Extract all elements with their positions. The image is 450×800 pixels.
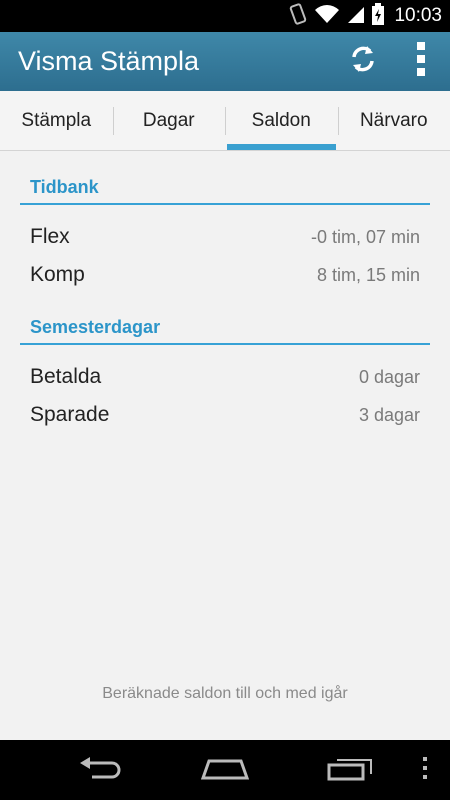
tab-bar: Stämpla Dagar Saldon Närvaro [0,91,450,151]
menu-icon [422,756,428,784]
tab-stampla[interactable]: Stämpla [0,91,113,150]
footer-note: Beräknade saldon till och med igår [102,685,348,702]
saldon-content: Tidbank Flex -0 tim, 07 min Komp 8 tim, … [0,151,450,740]
balance-label: Betalda [30,365,102,388]
refresh-icon [348,44,378,79]
balance-label: Flex [30,225,70,248]
status-bar: 10:03 [0,0,450,32]
balance-row-komp: Komp 8 tim, 15 min [30,256,420,294]
recent-apps-icon [327,755,373,786]
balance-label: Komp [30,263,85,286]
status-icons: 10:03 [288,2,442,30]
balance-row-flex: Flex -0 tim, 07 min [30,218,420,256]
balance-value: 0 dagar [358,366,420,387]
balance-value: 8 tim, 15 min [316,264,420,285]
signal-icon [346,4,366,29]
vibrate-icon [288,2,308,30]
overflow-menu-button[interactable] [392,32,450,91]
balance-row-sparade: Sparade 3 dagar [30,396,420,434]
action-bar: Visma Stämpla [0,32,450,91]
app-title: Visma Stämpla [18,46,200,76]
back-button[interactable] [55,740,145,800]
balance-row-betalda: Betalda 0 dagar [30,358,420,396]
balance-label: Sparade [30,403,110,426]
back-icon [78,756,122,785]
menu-button[interactable] [400,740,450,800]
tab-narvaro[interactable]: Närvaro [337,91,450,150]
overflow-menu-icon [416,42,426,81]
navigation-bar [0,740,450,800]
wifi-icon [314,4,340,29]
tab-saldon[interactable]: Saldon [225,91,338,150]
refresh-button[interactable] [334,32,392,91]
section-header-tidbank: Tidbank [20,171,430,205]
balance-value: 3 dagar [358,404,420,425]
home-button[interactable] [180,740,270,800]
battery-icon [372,2,385,30]
tab-dagar[interactable]: Dagar [112,91,226,150]
balance-value: -0 tim, 07 min [310,226,420,247]
section-header-semesterdagar: Semesterdagar [20,311,430,345]
home-icon [200,756,250,785]
recent-apps-button[interactable] [305,740,395,800]
status-time: 10:03 [394,5,442,26]
